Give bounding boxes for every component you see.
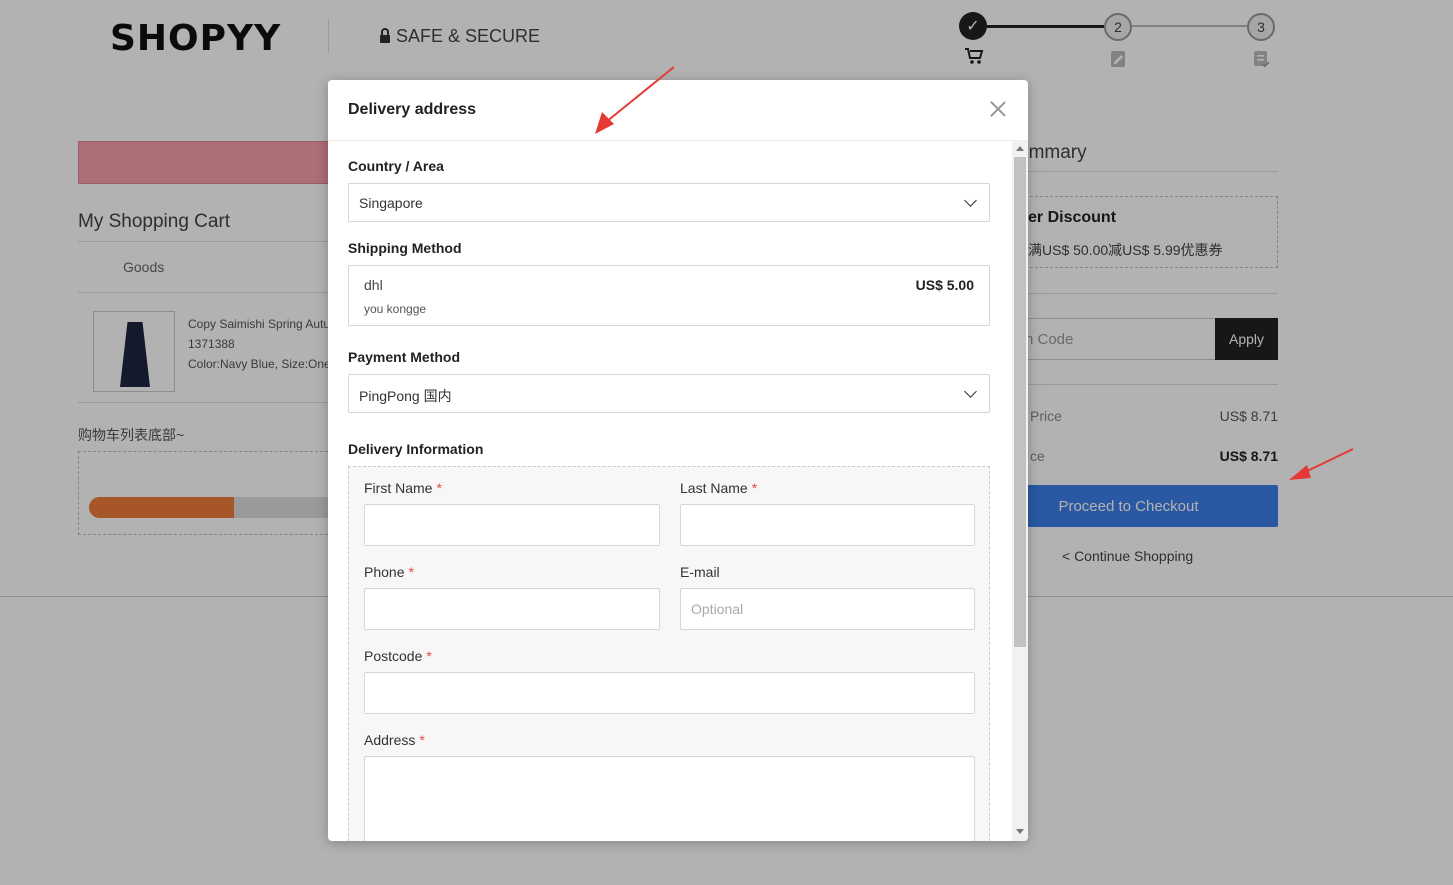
chevron-down-icon	[964, 194, 977, 207]
delivery-info-label: Delivery Information	[348, 441, 484, 457]
address-label: Address *	[364, 732, 425, 748]
shipping-method-label: Shipping Method	[348, 240, 462, 256]
phone-label: Phone *	[364, 564, 414, 580]
delivery-info-form: First Name * Last Name * Phone * E-mail Opt…	[348, 466, 990, 841]
shipping-name: dhl	[364, 277, 383, 293]
last-name-field[interactable]	[680, 504, 975, 546]
scroll-up-icon[interactable]	[1016, 146, 1024, 151]
phone-field[interactable]	[364, 588, 660, 630]
close-icon[interactable]	[986, 97, 1010, 121]
country-select[interactable]: Singapore	[348, 183, 990, 222]
country-value: Singapore	[359, 195, 423, 211]
shipping-description: you kongge	[364, 302, 427, 316]
scroll-down-icon[interactable]	[1016, 829, 1024, 834]
annotation-arrow-icon	[1289, 448, 1354, 480]
address-field[interactable]	[364, 756, 975, 841]
email-field[interactable]: Optional	[680, 588, 975, 630]
first-name-label: First Name *	[364, 480, 442, 496]
first-name-field[interactable]	[364, 504, 660, 546]
payment-value: PingPong 国内	[359, 388, 452, 404]
postcode-label: Postcode *	[364, 648, 432, 664]
chevron-down-icon	[964, 385, 977, 398]
payment-method-label: Payment Method	[348, 349, 461, 365]
modal-title: Delivery address	[348, 101, 477, 118]
annotation-arrow-icon	[595, 66, 675, 134]
country-label: Country / Area	[348, 158, 444, 174]
postcode-field[interactable]	[364, 672, 975, 714]
shipping-option[interactable]: dhl US$ 5.00 you kongge	[348, 265, 990, 326]
email-label: E-mail	[680, 564, 720, 580]
shipping-price: US$ 5.00	[915, 277, 974, 293]
payment-select[interactable]: PingPong 国内	[348, 374, 990, 413]
modal-body: Country / Area Singapore Shipping Method…	[328, 141, 1012, 841]
scrollbar-thumb[interactable]	[1014, 157, 1026, 647]
modal-scrollbar[interactable]	[1012, 141, 1028, 841]
last-name-label: Last Name *	[680, 480, 758, 496]
delivery-address-modal: Delivery address Country / Area Singapor…	[328, 80, 1028, 841]
